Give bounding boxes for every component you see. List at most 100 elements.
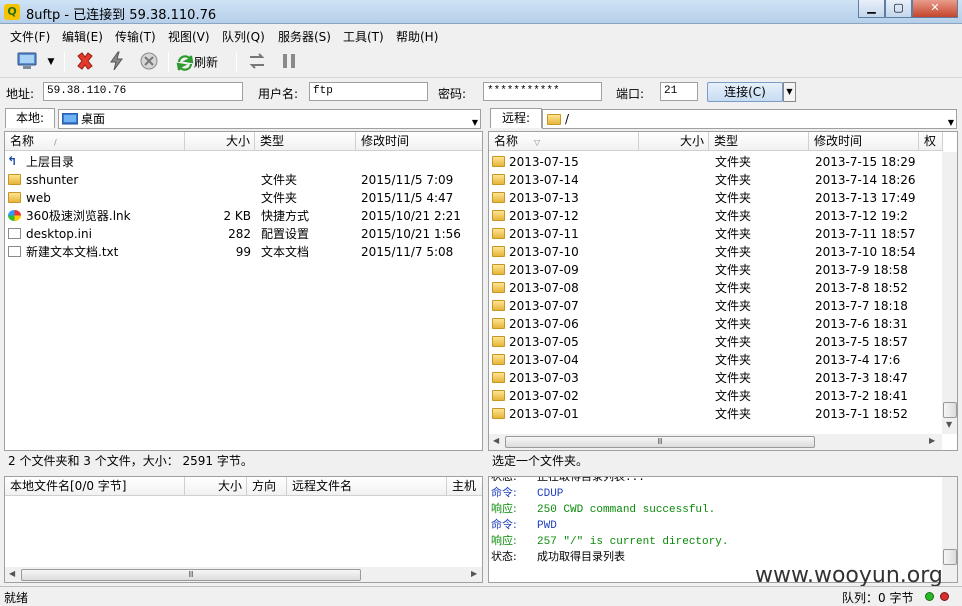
disconnect-button[interactable]: [72, 51, 98, 73]
queue-hscroll[interactable]: ◀ Ⅲ ▶: [5, 567, 482, 582]
menu-queue[interactable]: 队列(Q): [222, 28, 265, 45]
transfer-button[interactable]: [244, 51, 270, 73]
remote-file-list[interactable]: 名称 ▽ 大小 类型 修改时间 权 2013-07-15 文件夹 2013-7-15 …: [488, 131, 958, 451]
remote-vscroll[interactable]: ▼: [942, 152, 957, 434]
queue-col-host[interactable]: 主机: [447, 477, 482, 496]
file-type: 文件夹: [715, 335, 752, 349]
connect-dropdown[interactable]: ▼: [783, 82, 796, 102]
remote-col-name[interactable]: 名称 ▽: [489, 132, 639, 151]
log-vscroll-thumb[interactable]: [943, 549, 957, 565]
folder-icon: [547, 114, 561, 125]
status-text: 就绪: [4, 591, 29, 605]
menu-transfer[interactable]: 传输(T): [115, 28, 156, 45]
port-label: 端口:: [616, 87, 645, 101]
remote-hscroll[interactable]: ◀ Ⅲ ▶: [489, 434, 942, 450]
menu-tools[interactable]: 工具(T): [343, 28, 384, 45]
password-input[interactable]: ***********: [483, 82, 602, 101]
table-row[interactable]: 新建文本文档.txt 99 文本文档 2015/11/7 5:08: [5, 243, 482, 261]
port-input[interactable]: 21: [660, 82, 698, 101]
table-row[interactable]: 2013-07-04 文件夹 2013-7-4 17:6: [489, 351, 942, 369]
remote-col-perm[interactable]: 权: [919, 132, 943, 151]
folder-icon: [8, 192, 21, 203]
menu-help[interactable]: 帮助(H): [396, 28, 438, 45]
scroll-right-icon[interactable]: ▶: [929, 436, 935, 445]
local-path-combo[interactable]: 桌面 ▼: [58, 109, 481, 129]
scroll-down-icon[interactable]: ▼: [946, 420, 952, 429]
table-row[interactable]: 2013-07-08 文件夹 2013-7-8 18:52: [489, 279, 942, 297]
connect-button[interactable]: 连接(C): [707, 82, 783, 102]
table-row[interactable]: 2013-07-05 文件夹 2013-7-5 18:57: [489, 333, 942, 351]
table-row[interactable]: sshunter 文件夹 2015/11/5 7:09: [5, 171, 482, 189]
remote-path-combo[interactable]: / ▼: [542, 109, 957, 129]
local-col-name[interactable]: 名称 /: [5, 132, 185, 151]
file-type: 文件夹: [715, 299, 752, 313]
table-row[interactable]: 2013-07-02 文件夹 2013-7-2 18:41: [489, 387, 942, 405]
table-row[interactable]: 2013-07-15 文件夹 2013-7-15 18:29: [489, 153, 942, 171]
file-name: desktop.ini: [26, 227, 92, 241]
table-row[interactable]: 360极速浏览器.lnk 2 KB 快捷方式 2015/10/21 2:21: [5, 207, 482, 225]
remote-tab[interactable]: 远程:: [490, 108, 542, 128]
scroll-left-icon[interactable]: ◀: [9, 569, 15, 578]
desktop-icon: [62, 113, 78, 125]
scroll-right-icon[interactable]: ▶: [471, 569, 477, 578]
local-col-type[interactable]: 类型: [255, 132, 356, 151]
table-row[interactable]: 2013-07-01 文件夹 2013-7-1 18:52: [489, 405, 942, 423]
username-input[interactable]: ftp: [309, 82, 428, 101]
site-manager-button[interactable]: [12, 51, 42, 73]
table-row[interactable]: 2013-07-03 文件夹 2013-7-3 18:47: [489, 369, 942, 387]
local-file-list[interactable]: 名称 / 大小 类型 修改时间 ↰ 上层目录 sshunter 文件夹 2015/11/5…: [4, 131, 483, 451]
table-row[interactable]: ↰ 上层目录: [5, 153, 482, 171]
transfer-queue[interactable]: 本地文件名[0/0 字节] 大小 方向 远程文件名 主机 ◀ Ⅲ ▶: [4, 476, 483, 583]
remote-vscroll-thumb[interactable]: [943, 402, 957, 418]
refresh-button[interactable]: 刷新: [176, 51, 228, 73]
menu-server[interactable]: 服务器(S): [278, 28, 331, 45]
queue-col-size[interactable]: 大小: [185, 477, 247, 496]
table-row[interactable]: 2013-07-11 文件夹 2013-7-11 18:57: [489, 225, 942, 243]
table-row[interactable]: 2013-07-13 文件夹 2013-7-13 17:49: [489, 189, 942, 207]
connection-bar: 地址: 59.38.110.76 用户名: ftp 密码: **********…: [0, 80, 962, 104]
local-tab[interactable]: 本地:: [5, 108, 55, 128]
queue-col-localname[interactable]: 本地文件名[0/0 字节]: [5, 477, 185, 496]
table-row[interactable]: 2013-07-10 文件夹 2013-7-10 18:54: [489, 243, 942, 261]
table-row[interactable]: web 文件夹 2015/11/5 4:47: [5, 189, 482, 207]
address-input[interactable]: 59.38.110.76: [43, 82, 243, 101]
local-col-size[interactable]: 大小: [185, 132, 255, 151]
pause-button[interactable]: [276, 51, 302, 73]
site-manager-dropdown[interactable]: ▼: [44, 51, 58, 73]
file-mtime: 2013-7-6 18:31: [815, 317, 908, 331]
menu-view[interactable]: 视图(V): [168, 28, 210, 45]
maximize-button[interactable]: ▢: [885, 0, 912, 18]
queue-col-remotename[interactable]: 远程文件名: [287, 477, 447, 496]
close-button[interactable]: ✕: [912, 0, 958, 18]
remote-col-mtime[interactable]: 修改时间: [809, 132, 919, 151]
reconnect-button[interactable]: [104, 51, 130, 73]
menu-edit[interactable]: 编辑(E): [62, 28, 103, 45]
table-row[interactable]: 2013-07-14 文件夹 2013-7-14 18:26: [489, 171, 942, 189]
table-row[interactable]: desktop.ini 282 配置设置 2015/10/21 1:56: [5, 225, 482, 243]
app-icon: Q: [4, 4, 20, 20]
menu-file[interactable]: 文件(F): [10, 28, 50, 45]
cancel-circle-icon: [140, 52, 158, 70]
username-label: 用户名:: [258, 87, 299, 101]
scroll-left-icon[interactable]: ◀: [493, 436, 499, 445]
table-row[interactable]: 2013-07-06 文件夹 2013-7-6 18:31: [489, 315, 942, 333]
local-path-text: 桌面: [81, 112, 106, 126]
file-mtime: 2015/11/7 5:08: [361, 245, 454, 259]
cancel-button[interactable]: [136, 51, 162, 73]
file-name: 2013-07-14: [509, 173, 579, 187]
log-vscroll[interactable]: [942, 477, 957, 582]
file-mtime: 2013-7-5 18:57: [815, 335, 908, 349]
table-row[interactable]: 2013-07-09 文件夹 2013-7-9 18:58: [489, 261, 942, 279]
queue-hscroll-thumb[interactable]: Ⅲ: [21, 569, 361, 581]
title-bar: Q 8uftp - 已连接到 59.38.110.76 ▁ ▢ ✕: [0, 0, 962, 24]
table-row[interactable]: 2013-07-07 文件夹 2013-7-7 18:18: [489, 297, 942, 315]
remote-col-size[interactable]: 大小: [639, 132, 709, 151]
queue-col-direction[interactable]: 方向: [247, 477, 287, 496]
local-col-mtime[interactable]: 修改时间: [356, 132, 482, 151]
file-type: 文件夹: [715, 191, 752, 205]
remote-hscroll-thumb[interactable]: Ⅲ: [505, 436, 815, 448]
pause-icon: [283, 54, 295, 68]
remote-col-type[interactable]: 类型: [709, 132, 809, 151]
table-row[interactable]: 2013-07-12 文件夹 2013-7-12 19:2: [489, 207, 942, 225]
minimize-button[interactable]: ▁: [858, 0, 885, 18]
